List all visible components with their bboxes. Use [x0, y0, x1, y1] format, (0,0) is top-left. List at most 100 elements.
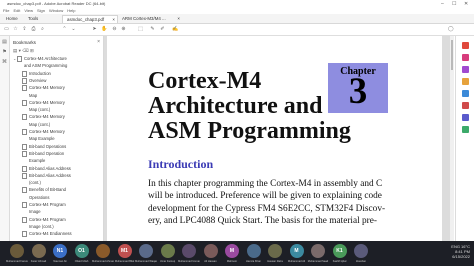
bookmark-item[interactable]: Bit-band Operation — [18, 150, 64, 157]
bookmark-item[interactable]: Map (cont.) — [18, 107, 50, 113]
bookmark-item[interactable]: Example — [18, 158, 45, 164]
bookmark-item[interactable]: Cortex-M4 Program — [18, 216, 66, 223]
zoom-in-icon[interactable]: ⊕ — [121, 27, 126, 32]
participant-avatar[interactable] — [311, 244, 325, 258]
highlight-icon[interactable]: ✐ — [160, 27, 165, 32]
bookmark-icon[interactable]: ⚑ — [2, 50, 7, 55]
fit-page-icon[interactable]: ⬚ — [138, 27, 143, 32]
tab-close-icon[interactable]: × — [112, 16, 115, 23]
vertical-scrollbar[interactable] — [450, 36, 454, 241]
bookmark-item[interactable]: Cortex-M4 Memory — [18, 129, 65, 135]
participant-name: Hassan Raza — [267, 260, 283, 263]
bookmark-options-icon[interactable]: ▤ ▾ ⌫ ⊞ — [13, 48, 34, 54]
bookmark-item[interactable]: Image — [18, 209, 41, 215]
edit-pdf-icon[interactable] — [462, 66, 469, 73]
combine-files-icon[interactable] — [462, 90, 469, 97]
tab-asmdoc-chap3[interactable]: asmdoc_chap3.pdf × — [62, 15, 118, 23]
bookmark-label: Cortex-M4 Memory — [29, 85, 65, 91]
page-down-icon[interactable]: ⌄ — [71, 27, 76, 32]
bookmark-item[interactable]: Cortex-M4 Memory — [18, 85, 65, 92]
bookmark-item[interactable]: (cont.) — [18, 180, 41, 186]
menu-edit[interactable]: Edit — [13, 8, 20, 13]
participant-avatar[interactable]: N1 — [53, 244, 67, 258]
tab-tools[interactable]: Tools — [24, 15, 42, 22]
bookmark-item[interactable]: Map — [18, 93, 37, 99]
hand-icon[interactable]: ✋ — [101, 27, 107, 32]
share-icon[interactable]: ⇪ — [22, 27, 27, 32]
bookmark-item[interactable]: Cortex-M4 Memory — [18, 114, 65, 121]
tab-arm-cortex[interactable]: ARM Cortex-M3/M4 ... × — [118, 15, 182, 22]
participant-avatar[interactable]: O1 — [74, 244, 89, 258]
menu-sign[interactable]: Sign — [37, 8, 45, 13]
participant-avatar[interactable] — [139, 244, 153, 258]
sign-icon[interactable]: ✍ — [172, 27, 178, 32]
bookmark-item[interactable]: Benefits of Bit-Band — [18, 187, 67, 194]
participant-avatar[interactable] — [203, 244, 218, 258]
tab-arm-label: ARM Cortex-M3/M4 ... — [122, 16, 166, 21]
bookmark-item[interactable]: Image (cont.) — [18, 224, 54, 230]
menu-view[interactable]: View — [24, 8, 33, 13]
bookmark-page-icon — [22, 77, 27, 84]
bookmark-item[interactable]: Map Example — [18, 136, 55, 142]
bookmark-label: Cortex-M4 Architecture — [24, 56, 67, 62]
bookmark-page-icon — [22, 85, 27, 92]
protect-icon[interactable] — [462, 126, 469, 133]
menu-file[interactable]: File — [3, 8, 9, 13]
create-pdf-icon[interactable] — [462, 54, 469, 61]
bookmark-item[interactable]: Bit-band Operations — [18, 143, 66, 150]
participant-avatar[interactable]: M1 — [117, 244, 132, 258]
participant-name: Muhammad Usman — [178, 260, 200, 263]
bookmark-item[interactable]: Cortex-M4 Endianness — [18, 231, 72, 238]
bookmark-label: Benefits of Bit-Band — [29, 187, 67, 193]
menu-window[interactable]: Window — [49, 8, 63, 13]
body-text: In this chapter programming the Cortex-M… — [148, 178, 434, 228]
bookmark-item[interactable]: Introduction — [18, 70, 51, 77]
bookmark-label: (cont.) — [29, 180, 41, 186]
close-window-button[interactable]: ✕ — [464, 1, 468, 7]
bookmark-item[interactable]: Bit-band Alias Address — [18, 165, 71, 172]
bookmark-item[interactable]: Map (cont.) — [18, 122, 50, 128]
zoom-out-icon[interactable]: ⊖ — [112, 27, 117, 32]
maximize-button[interactable]: ☐ — [452, 1, 456, 7]
attachment-icon[interactable]: ⌘ — [2, 60, 7, 65]
participant-avatar[interactable]: M — [289, 244, 304, 258]
cursor-icon[interactable]: ➤ — [92, 27, 97, 32]
participant-avatar[interactable]: K1 — [332, 244, 347, 258]
participant-avatar[interactable] — [96, 244, 110, 258]
page-thumbnails-icon[interactable]: ▤ — [2, 40, 7, 45]
tab-home[interactable]: Home — [2, 15, 22, 22]
participant-avatar[interactable] — [160, 244, 175, 258]
export-pdf-icon[interactable] — [462, 42, 469, 49]
fill-sign-icon[interactable] — [462, 114, 469, 121]
search-icon[interactable]: ⌕ — [40, 27, 45, 32]
star-icon[interactable]: ☆ — [13, 27, 18, 32]
bookmark-item[interactable]: Cortex-M4 Memory — [18, 99, 65, 106]
organize-pages-icon[interactable] — [462, 102, 469, 109]
print-icon[interactable]: ⎙ — [31, 27, 36, 32]
document-viewport[interactable]: Chapter 3 Cortex-M4 Architecture and ASM… — [104, 36, 450, 241]
bookmark-item[interactable]: Operations — [18, 195, 49, 201]
bookmark-item[interactable]: ⌄ Cortex-M4 Architecture — [13, 56, 67, 62]
participant-avatar[interactable] — [31, 244, 46, 258]
participant-avatar[interactable] — [182, 244, 196, 258]
bookmark-item[interactable]: Cortex-M4 Program — [18, 202, 66, 208]
menu-help[interactable]: Help — [67, 8, 75, 13]
page-up-icon[interactable]: ⌃ — [62, 27, 67, 32]
close-panel-icon[interactable]: × — [97, 39, 100, 45]
bookmark-item[interactable]: and ASM Programming — [13, 63, 67, 69]
participant-avatar[interactable] — [246, 244, 261, 258]
participant-avatar[interactable] — [10, 244, 24, 258]
comment-tool-icon[interactable] — [462, 78, 469, 85]
participant-avatar[interactable]: M — [225, 244, 239, 258]
tab-close-icon[interactable]: × — [177, 15, 180, 22]
account-icon[interactable]: ◯ — [448, 27, 454, 32]
comment-icon[interactable]: ✎ — [150, 27, 155, 32]
save-icon[interactable]: ▭ — [4, 27, 9, 32]
participant-avatar[interactable] — [354, 244, 368, 258]
scrollbar-thumb[interactable] — [451, 40, 453, 70]
bookmark-item[interactable]: Bit-band Alias Address — [18, 172, 71, 179]
participant-name: Umar Farooq — [159, 260, 176, 263]
minimize-button[interactable]: – — [441, 1, 444, 7]
participant-avatar[interactable] — [268, 244, 282, 258]
bookmark-item[interactable]: Overview — [18, 77, 46, 84]
